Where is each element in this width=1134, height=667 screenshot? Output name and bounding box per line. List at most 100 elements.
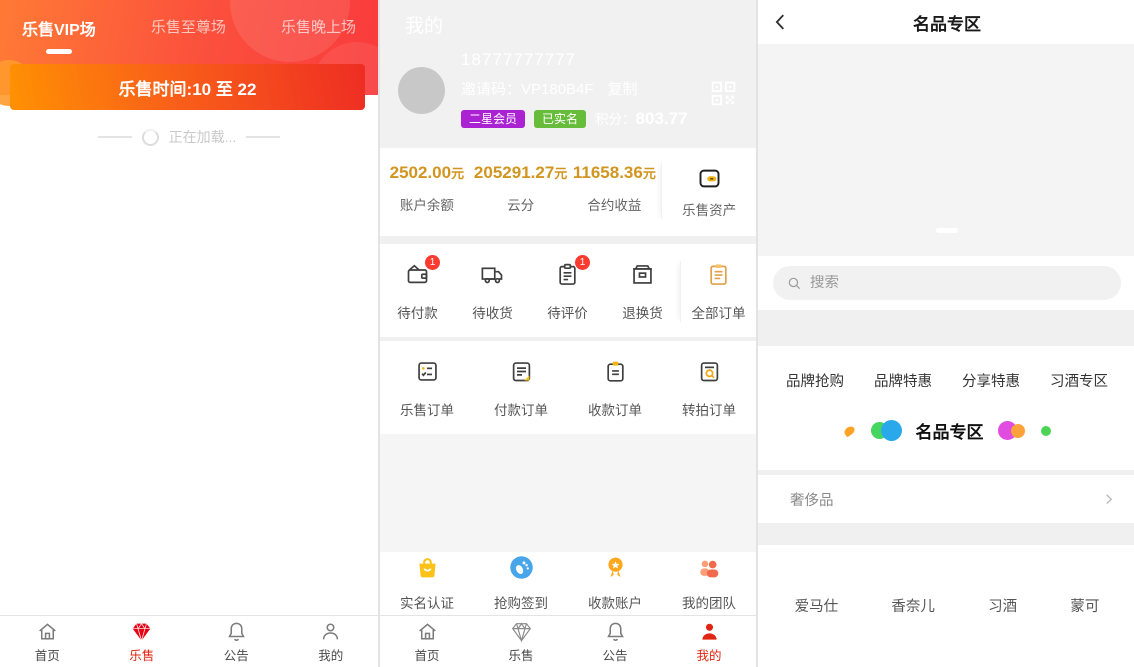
brand-mengke[interactable]: 蒙可 xyxy=(1070,595,1099,667)
globe-footprint-icon xyxy=(509,556,533,579)
payment-doc-icon xyxy=(512,362,530,382)
person-icon xyxy=(701,623,717,640)
ad-placeholder xyxy=(380,434,756,552)
bottom-nav-left: 首页 乐售 公告 我的 xyxy=(0,615,378,667)
search-input[interactable] xyxy=(810,275,1108,291)
order-type-label: 乐售订单 xyxy=(400,403,454,418)
nav-mine[interactable]: 我的 xyxy=(662,616,756,667)
tab-evening-session[interactable]: 乐售晚上场 xyxy=(281,16,356,54)
tab-brand-deals[interactable]: 品牌特惠 xyxy=(874,370,932,391)
resale-search-doc-icon xyxy=(700,362,718,382)
nav-label: 乐售 xyxy=(508,648,534,663)
page-title: 名品专区 xyxy=(913,14,981,34)
sale-header: 乐售VIP场 乐售至尊场 乐售晚上场 乐售时间:10 至 22 xyxy=(0,0,378,132)
tab-vip-session[interactable]: 乐售VIP场 xyxy=(22,16,96,54)
home-icon xyxy=(418,622,436,640)
decor-blob xyxy=(842,424,856,437)
stat-label: 乐售资产 xyxy=(682,203,737,218)
orders-pending-payment[interactable]: 1 待付款 xyxy=(380,255,455,322)
bell-icon xyxy=(227,622,245,641)
feature-label: 实名认证 xyxy=(400,596,454,611)
bag-icon xyxy=(418,558,436,578)
panel-brand-zone: 名品专区 品牌抢购 品牌特惠 分享特惠 习酒专区 名品专区 xyxy=(756,0,1134,667)
section-title: 名品专区 xyxy=(915,423,984,442)
nav-home[interactable]: 首页 xyxy=(380,616,474,667)
nav-notice[interactable]: 公告 xyxy=(568,616,662,667)
invite-code: 邀请码：VP180B4F xyxy=(461,81,594,98)
section-divider xyxy=(758,310,1134,346)
order-label: 待评价 xyxy=(547,306,588,321)
return-box-icon xyxy=(633,265,652,284)
order-type-label: 转拍订单 xyxy=(682,403,736,418)
tab-share-deals[interactable]: 分享特惠 xyxy=(962,370,1020,391)
order-label: 待收货 xyxy=(472,306,513,321)
loading-dash xyxy=(97,136,132,138)
tab-brand-rush[interactable]: 品牌抢购 xyxy=(786,370,844,391)
tab-xijiu-zone[interactable]: 习酒专区 xyxy=(1050,370,1108,391)
truck-icon xyxy=(481,267,503,284)
orders-pending-delivery[interactable]: 待收货 xyxy=(455,261,530,322)
panel-profile: 我的 18777777777 邀请码：VP180B4F 复制 二星会员 已实名 … xyxy=(378,0,756,667)
qr-code-icon[interactable] xyxy=(709,79,738,108)
stat-label: 云分 xyxy=(507,198,535,213)
feature-real-name[interactable]: 实名认证 xyxy=(380,554,474,612)
feature-signin[interactable]: 抢购签到 xyxy=(474,554,568,612)
stat-contract-income[interactable]: 11658.36元 合约收益 xyxy=(568,163,662,219)
stat-balance[interactable]: 2502.00元 账户余额 xyxy=(380,163,474,219)
receipt-orders[interactable]: 收款订单 xyxy=(568,358,662,419)
sale-session-tabs: 乐售VIP场 乐售至尊场 乐售晚上场 xyxy=(0,0,378,54)
nav-label: 乐售 xyxy=(129,648,155,663)
stat-value: 205291.27 xyxy=(473,163,555,182)
nav-notice[interactable]: 公告 xyxy=(189,616,284,667)
phone-number: 18777777777 xyxy=(461,50,577,69)
nav-label: 首页 xyxy=(34,648,60,663)
nav-mine[interactable]: 我的 xyxy=(284,616,379,667)
order-label: 退换货 xyxy=(622,306,663,321)
brand-chanel[interactable]: 香奈儿 xyxy=(891,595,935,667)
tab-supreme-session[interactable]: 乐售至尊场 xyxy=(151,16,226,54)
gem-icon xyxy=(132,622,151,642)
stat-value: 2502.00 xyxy=(389,163,452,182)
brand-hermes[interactable]: 爱马仕 xyxy=(795,595,839,667)
orders-returns[interactable]: 退换货 xyxy=(605,261,680,322)
medal-icon xyxy=(607,557,623,578)
nav-label: 我的 xyxy=(318,648,344,663)
stat-value: 11658.36 xyxy=(572,163,643,182)
stat-unit: 元 xyxy=(554,166,568,181)
order-type-label: 收款订单 xyxy=(588,403,642,418)
section-divider xyxy=(758,523,1134,545)
nav-home[interactable]: 首页 xyxy=(0,616,95,667)
loading-spinner-icon xyxy=(141,128,159,146)
carousel-indicator xyxy=(936,228,958,233)
order-status-row: 1 待付款 待收货 1 待评价 退换货 全部订单 xyxy=(380,244,756,337)
receipt-clipboard-icon xyxy=(606,361,624,382)
copy-button[interactable]: 复制 xyxy=(608,78,638,99)
resale-orders[interactable]: 转拍订单 xyxy=(662,358,756,419)
back-chevron-icon[interactable] xyxy=(770,11,792,33)
order-types-row: 乐售订单 付款订单 收款订单 转拍订单 xyxy=(380,341,756,434)
brand-xijiu[interactable]: 习酒 xyxy=(988,595,1017,667)
orders-all[interactable]: 全部订单 xyxy=(680,261,756,322)
payment-orders[interactable]: 付款订单 xyxy=(474,358,568,419)
stat-cloud-points[interactable]: 205291.27元 云分 xyxy=(474,163,568,219)
bottom-nav-middle: 首页 乐售 公告 我的 xyxy=(380,615,756,667)
nav-sale[interactable]: 乐售 xyxy=(474,616,568,667)
stat-unit: 元 xyxy=(451,166,465,181)
orders-pending-review[interactable]: 1 待评价 xyxy=(530,255,605,322)
section-title-row: 名品专区 xyxy=(758,418,1134,443)
search-bar[interactable] xyxy=(773,266,1121,300)
feature-payment-account[interactable]: 收款账户 xyxy=(568,554,662,612)
profile-info: 18777777777 邀请码：VP180B4F 复制 二星会员 已实名 积分：… xyxy=(461,50,688,129)
category-label: 奢侈品 xyxy=(790,492,834,509)
stat-assets[interactable]: 乐售资产 xyxy=(661,163,756,219)
order-type-label: 付款订单 xyxy=(494,403,548,418)
search-icon xyxy=(788,277,801,289)
avatar[interactable] xyxy=(398,67,445,114)
feature-my-team[interactable]: 我的团队 xyxy=(662,554,756,612)
wallet-asset-icon xyxy=(699,169,720,188)
decor-blob xyxy=(880,420,902,441)
nav-sale[interactable]: 乐售 xyxy=(95,616,190,667)
app-screen: 乐售VIP场 乐售至尊场 乐售晚上场 乐售时间:10 至 22 正在加载... xyxy=(0,0,1134,667)
category-luxury-row[interactable]: 奢侈品 xyxy=(758,475,1134,523)
sale-orders[interactable]: 乐售订单 xyxy=(380,358,474,419)
